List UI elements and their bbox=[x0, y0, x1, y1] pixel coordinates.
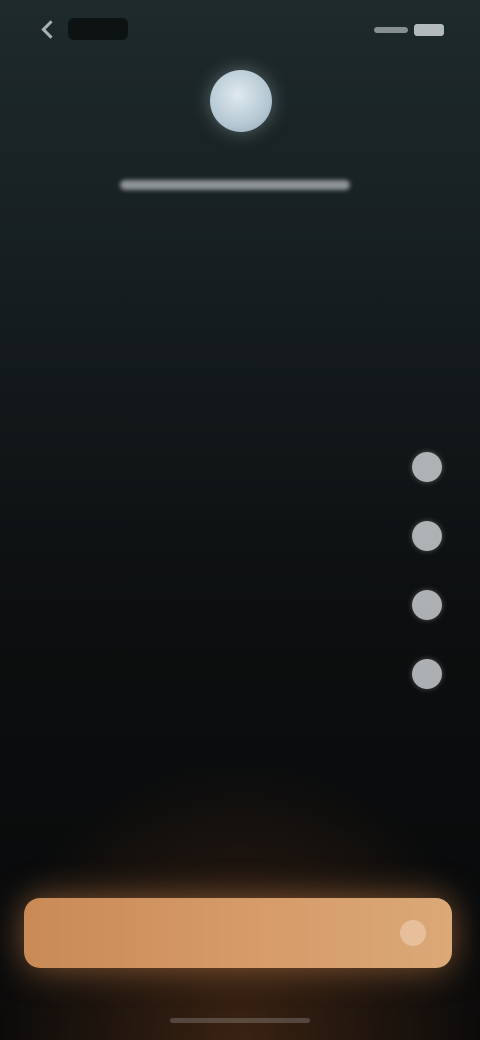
option-4[interactable] bbox=[40, 639, 450, 708]
option-2[interactable] bbox=[40, 501, 450, 570]
arrow-right-icon bbox=[400, 920, 426, 946]
status-bar bbox=[0, 0, 480, 60]
home-indicator bbox=[170, 1018, 310, 1023]
battery-icon bbox=[414, 24, 444, 36]
status-time bbox=[68, 18, 128, 40]
status-left bbox=[40, 18, 128, 40]
continue-button[interactable] bbox=[24, 898, 452, 968]
app-name bbox=[116, 168, 364, 194]
radio-icon[interactable] bbox=[412, 590, 442, 620]
signal-icon bbox=[374, 27, 408, 33]
radio-icon[interactable] bbox=[412, 452, 442, 482]
status-right bbox=[374, 24, 444, 36]
radio-icon[interactable] bbox=[412, 521, 442, 551]
radio-icon[interactable] bbox=[412, 659, 442, 689]
app-logo-icon bbox=[210, 70, 272, 132]
option-5[interactable] bbox=[40, 708, 450, 777]
options-list bbox=[40, 432, 450, 777]
back-arrow-icon[interactable] bbox=[40, 20, 58, 38]
option-1[interactable] bbox=[40, 432, 450, 501]
option-3[interactable] bbox=[40, 570, 450, 639]
